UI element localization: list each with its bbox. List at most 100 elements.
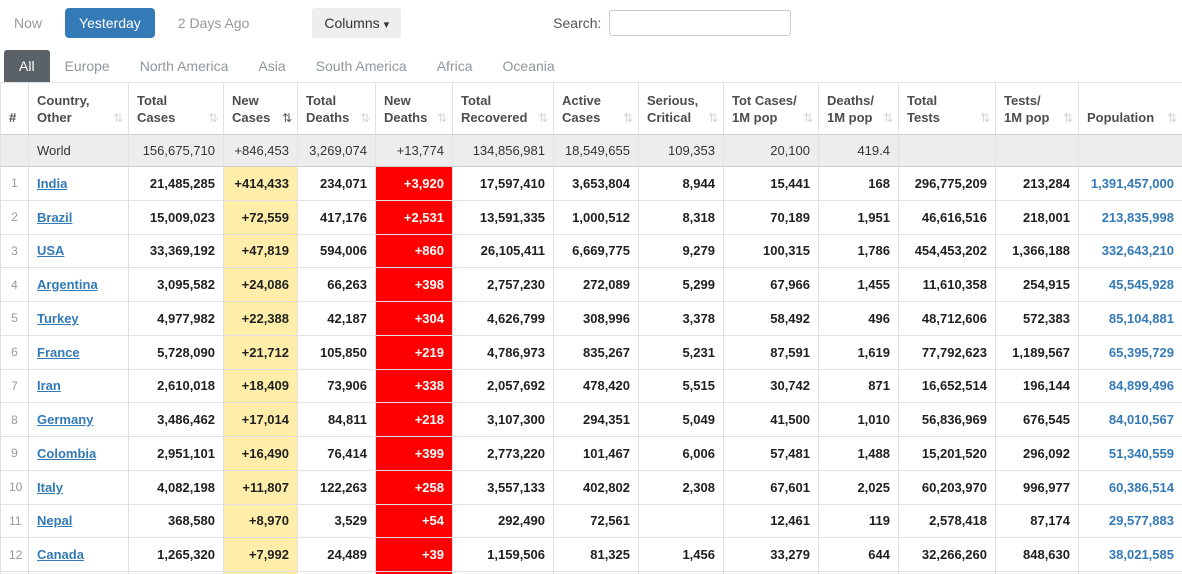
- sort-icon: ⇅: [708, 110, 718, 126]
- serious-critical-cell: 5,299: [639, 268, 724, 302]
- sort-icon: ⇅: [803, 110, 813, 126]
- country-row: 9Colombia2,951,101+16,49076,414+3992,773…: [1, 437, 1182, 471]
- new-deaths-cell: +258: [376, 470, 453, 504]
- country-link[interactable]: USA: [37, 243, 64, 258]
- search-input[interactable]: [609, 10, 791, 36]
- population-cell[interactable]: 84,010,567: [1079, 403, 1182, 437]
- deaths-1m-cell: 1,619: [819, 335, 899, 369]
- total-deaths-cell: 73,906: [298, 369, 376, 403]
- deaths-1m-cell: 1,488: [819, 437, 899, 471]
- country-link[interactable]: Italy: [37, 480, 63, 495]
- population-cell[interactable]: 45,545,928: [1079, 268, 1182, 302]
- column-header-tot_cases_1m[interactable]: Tot Cases/1M pop⇅: [724, 83, 819, 135]
- population-cell[interactable]: 65,395,729: [1079, 335, 1182, 369]
- tab-africa[interactable]: Africa: [422, 50, 488, 82]
- rank-cell: 8: [1, 403, 29, 437]
- tab-oceania[interactable]: Oceania: [488, 50, 570, 82]
- country-cell: Nepal: [29, 504, 129, 538]
- country-link[interactable]: Iran: [37, 378, 61, 393]
- new-deaths-cell: +304: [376, 302, 453, 336]
- country-link[interactable]: Brazil: [37, 210, 72, 225]
- column-header-total_recovered[interactable]: TotalRecovered⇅: [453, 83, 554, 135]
- country-link[interactable]: Turkey: [37, 311, 79, 326]
- total-cases-cell: 5,728,090: [129, 335, 224, 369]
- country-row: 3USA33,369,192+47,819594,006+86026,105,4…: [1, 234, 1182, 268]
- new-deaths-cell: +338: [376, 369, 453, 403]
- search-group: Search:: [553, 10, 791, 36]
- serious-critical-cell: 5,231: [639, 335, 724, 369]
- total-deaths-cell: 42,187: [298, 302, 376, 336]
- serious-critical-cell: 9,279: [639, 234, 724, 268]
- column-header-deaths_1m[interactable]: Deaths/1M pop⇅: [819, 83, 899, 135]
- total-cases-cell: 368,580: [129, 504, 224, 538]
- total-tests-cell: 60,203,970: [899, 470, 996, 504]
- now-link[interactable]: Now: [14, 15, 42, 31]
- serious-critical-cell: 5,515: [639, 369, 724, 403]
- column-header-total_cases[interactable]: TotalCases⇅: [129, 83, 224, 135]
- column-header-new_deaths[interactable]: NewDeaths⇅: [376, 83, 453, 135]
- two-days-ago-link[interactable]: 2 Days Ago: [178, 15, 250, 31]
- country-link[interactable]: Colombia: [37, 446, 96, 461]
- column-header-population[interactable]: Population⇅: [1079, 83, 1182, 135]
- total-cases-cell: 3,095,582: [129, 268, 224, 302]
- tests-1m-cell: 196,144: [996, 369, 1079, 403]
- population-cell[interactable]: 84,899,496: [1079, 369, 1182, 403]
- tab-north-america[interactable]: North America: [125, 50, 244, 82]
- continent-tabs: AllEuropeNorth AmericaAsiaSouth AmericaA…: [0, 46, 1182, 82]
- tab-all[interactable]: All: [4, 50, 50, 82]
- country-link[interactable]: Nepal: [37, 513, 72, 528]
- column-header-total_tests[interactable]: TotalTests⇅: [899, 83, 996, 135]
- country-link[interactable]: Argentina: [37, 277, 98, 292]
- column-header-total_deaths[interactable]: TotalDeaths⇅: [298, 83, 376, 135]
- column-header-label: TotalCases: [137, 92, 205, 127]
- column-header-serious_critical[interactable]: Serious,Critical⇅: [639, 83, 724, 135]
- new-deaths-cell: +39: [376, 538, 453, 572]
- yesterday-button[interactable]: Yesterday: [65, 8, 155, 38]
- country-link[interactable]: France: [37, 345, 80, 360]
- population-cell[interactable]: 51,340,559: [1079, 437, 1182, 471]
- new-cases-cell: +17,014: [224, 403, 298, 437]
- tests-1m-cell: 848,630: [996, 538, 1079, 572]
- serious-critical-cell: 2,308: [639, 470, 724, 504]
- column-header-new_cases[interactable]: NewCases⇅: [224, 83, 298, 135]
- tab-europe[interactable]: Europe: [50, 50, 125, 82]
- tab-south-america[interactable]: South America: [301, 50, 422, 82]
- country-link[interactable]: Germany: [37, 412, 93, 427]
- total-deaths-cell: 24,489: [298, 538, 376, 572]
- new-cases-cell: +47,819: [224, 234, 298, 268]
- total-tests-cell: 15,201,520: [899, 437, 996, 471]
- total-deaths-cell: 76,414: [298, 437, 376, 471]
- population-cell[interactable]: 29,577,883: [1079, 504, 1182, 538]
- tot-cases-1m-cell: 70,189: [724, 200, 819, 234]
- active-cases-cell: 18,549,655: [554, 135, 639, 167]
- country-link[interactable]: India: [37, 176, 67, 191]
- population-cell[interactable]: 38,021,585: [1079, 538, 1182, 572]
- population-cell[interactable]: 332,643,210: [1079, 234, 1182, 268]
- rank-cell: 4: [1, 268, 29, 302]
- column-header-tests_1m[interactable]: Tests/1M pop⇅: [996, 83, 1079, 135]
- column-header-country[interactable]: Country,Other⇅: [29, 83, 129, 135]
- population-cell[interactable]: 60,386,514: [1079, 470, 1182, 504]
- population-cell[interactable]: 1,391,457,000: [1079, 167, 1182, 201]
- tab-asia[interactable]: Asia: [243, 50, 300, 82]
- country-row: 4Argentina3,095,582+24,08666,263+3982,75…: [1, 268, 1182, 302]
- new-deaths-cell: +54: [376, 504, 453, 538]
- deaths-1m-cell: 1,010: [819, 403, 899, 437]
- column-header-label: Serious,Critical: [647, 92, 705, 127]
- population-cell[interactable]: 85,104,881: [1079, 302, 1182, 336]
- total-cases-cell: 4,082,198: [129, 470, 224, 504]
- tests-1m-cell: [996, 135, 1079, 167]
- rank-cell: 1: [1, 167, 29, 201]
- tot-cases-1m-cell: 41,500: [724, 403, 819, 437]
- new-cases-cell: +18,409: [224, 369, 298, 403]
- country-link[interactable]: Canada: [37, 547, 84, 562]
- column-header-label: NewCases: [232, 92, 279, 127]
- active-cases-cell: 835,267: [554, 335, 639, 369]
- tests-1m-cell: 676,545: [996, 403, 1079, 437]
- rank-cell: [1, 135, 29, 167]
- rank-cell: 3: [1, 234, 29, 268]
- columns-button[interactable]: Columns▾: [312, 8, 401, 38]
- sort-icon: ⇅: [623, 110, 633, 126]
- column-header-active_cases[interactable]: ActiveCases⇅: [554, 83, 639, 135]
- population-cell[interactable]: 213,835,998: [1079, 200, 1182, 234]
